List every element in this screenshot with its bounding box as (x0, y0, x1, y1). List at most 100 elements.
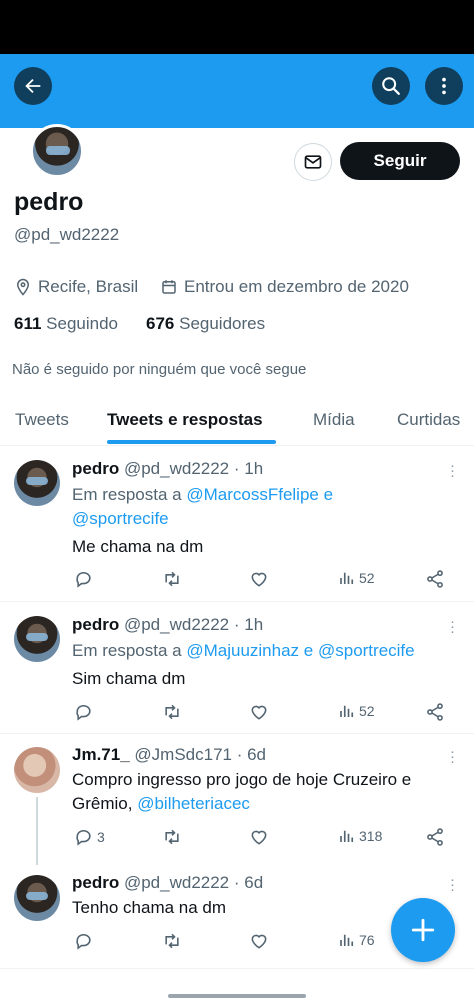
reply-prefix: Em resposta a (72, 641, 182, 660)
tweet-author-name[interactable]: pedro (72, 873, 119, 892)
reply-context: Em resposta a @Majuuzinhaz e @sportrecif… (72, 641, 415, 661)
joined-text: Entrou em dezembro de 2020 (184, 277, 409, 296)
reply-mention[interactable]: @sportrecife (72, 509, 169, 528)
like-button[interactable] (249, 931, 269, 951)
profile-handle: @pd_wd2222 (14, 225, 120, 244)
like-button[interactable] (249, 827, 269, 847)
tweet-author-name[interactable]: pedro (72, 615, 119, 634)
heart-icon (251, 572, 267, 587)
retweet-icon (165, 933, 179, 949)
reply-prefix: Em resposta a (72, 485, 182, 504)
follow-button[interactable]: Seguir (340, 142, 460, 180)
more-button[interactable] (425, 67, 463, 105)
calendar-icon (162, 280, 176, 294)
retweet-icon (165, 571, 179, 587)
tweet-actions: 52 (72, 702, 452, 724)
avatar[interactable] (14, 460, 60, 506)
more-vertical-icon (442, 77, 446, 95)
views-button[interactable]: 52 (338, 702, 375, 720)
views-count: 318 (359, 828, 383, 844)
tweet-actions: 52 (72, 569, 452, 591)
tweet-actions: 3 318 (72, 827, 452, 849)
retweet-button[interactable] (161, 931, 183, 951)
share-icon (427, 703, 443, 721)
profile-joined: Entrou em dezembro de 2020 (160, 277, 409, 297)
tweet-text: Sim chama dm (72, 669, 186, 688)
views-button[interactable]: 76 (338, 931, 375, 949)
views-icon (340, 934, 354, 946)
share-button[interactable] (425, 569, 445, 589)
tweet-mention[interactable]: @bilheteriacec (137, 794, 250, 813)
tweet-text: Me chama na dm (72, 537, 204, 556)
reply-mention[interactable]: @Majuuzinhaz (186, 641, 299, 660)
reply-mention[interactable]: @sportrecife (318, 641, 415, 660)
reply-button[interactable]: 3 (74, 827, 105, 847)
envelope-icon (304, 155, 322, 169)
reply-button[interactable] (74, 931, 94, 951)
tweet-header: pedro @pd_wd2222 · 1h (72, 459, 263, 479)
tweet-author-name[interactable]: Jm.71_ (72, 745, 130, 764)
tweet-more-icon[interactable]: · · · (450, 614, 455, 639)
following-label: Seguindo (46, 314, 119, 333)
heart-icon (251, 830, 267, 845)
share-icon (427, 828, 443, 846)
followers-count: 676 (146, 314, 175, 333)
reply-mention[interactable]: @MarcossFfelipe (186, 485, 319, 504)
retweet-icon (165, 704, 179, 720)
bottom-nav-edge (0, 988, 474, 1008)
reply-conjunction: e (323, 485, 334, 504)
compose-tweet-button[interactable] (391, 898, 455, 962)
followers-stat[interactable]: 676 Seguidores (146, 314, 265, 334)
retweet-button[interactable] (161, 827, 183, 847)
views-count: 52 (359, 703, 375, 719)
share-button[interactable] (425, 827, 445, 847)
tweet[interactable]: Jm.71_ @JmSdc171 · 6d · · · Compro ingress… (0, 735, 474, 865)
message-button[interactable] (294, 143, 332, 181)
like-button[interactable] (249, 569, 269, 589)
back-button[interactable] (14, 67, 52, 105)
share-button[interactable] (425, 702, 445, 722)
replies-count: 3 (97, 829, 105, 845)
profile-avatar[interactable] (30, 124, 84, 178)
tweet-header: pedro @pd_wd2222 · 6d (72, 873, 263, 893)
views-button[interactable]: 52 (338, 569, 375, 587)
search-button[interactable] (372, 67, 410, 105)
tweet-header: pedro @pd_wd2222 · 1h (72, 615, 263, 635)
tweet[interactable]: pedro @pd_wd2222 · 1h · · · Em resposta a … (0, 447, 474, 602)
tab-likes[interactable]: Curtidas (397, 410, 460, 430)
tweet-more-icon[interactable]: · · · (450, 872, 455, 897)
tweet-more-icon[interactable]: · · · (450, 458, 455, 483)
tweet-text-cont: Grêmio, (72, 794, 133, 813)
avatar[interactable] (14, 616, 60, 662)
like-button[interactable] (249, 702, 269, 722)
reply-conjunction: e (303, 641, 314, 660)
views-button[interactable]: 318 (338, 827, 382, 845)
tweet-author-meta: @pd_wd2222 · 6d (123, 873, 264, 892)
thread-connector (36, 797, 38, 865)
followers-label: Seguidores (179, 314, 266, 333)
retweet-button[interactable] (161, 702, 183, 722)
tab-media[interactable]: Mídia (313, 410, 355, 430)
avatar[interactable] (14, 747, 60, 793)
views-icon (340, 705, 354, 717)
tab-tweets-replies[interactable]: Tweets e respostas (107, 410, 263, 430)
reply-button[interactable] (74, 569, 94, 589)
home-indicator[interactable] (168, 994, 306, 998)
retweet-button[interactable] (161, 569, 183, 589)
heart-icon (251, 934, 267, 949)
following-stat[interactable]: 611 Seguindo (14, 314, 118, 334)
reply-icon (76, 571, 91, 588)
reply-button[interactable] (74, 702, 94, 722)
tweet-author-name[interactable]: pedro (72, 459, 119, 478)
tweet[interactable]: pedro @pd_wd2222 · 1h · · · Em resposta a … (0, 603, 474, 734)
share-icon (427, 570, 443, 588)
tweet-more-icon[interactable]: · · · (450, 744, 455, 769)
arrow-left-icon (25, 78, 41, 94)
tweet-text-line-2: Grêmio, @bilheteriacec (72, 794, 250, 814)
tweet-text: Tenho chama na dm (72, 898, 227, 917)
avatar[interactable] (14, 875, 60, 921)
tab-tweets[interactable]: Tweets (15, 410, 69, 430)
views-icon (340, 830, 354, 842)
reply-context-line-2: @sportrecife (72, 509, 169, 529)
reply-context: Em resposta a @MarcossFfelipe e (72, 485, 333, 505)
